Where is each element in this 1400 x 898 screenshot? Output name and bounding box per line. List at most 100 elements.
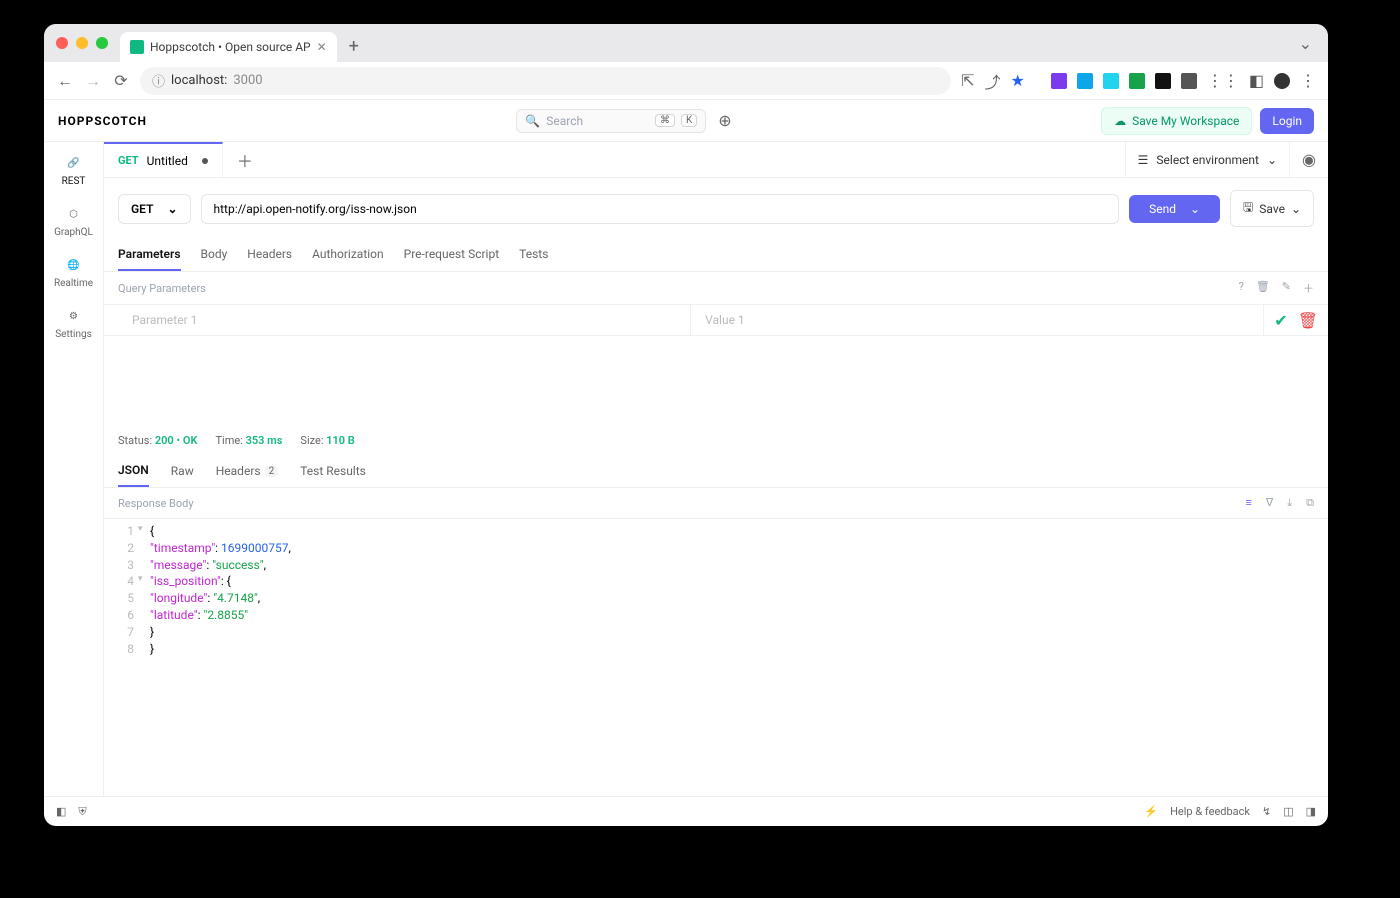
open-external-icon[interactable]: ⇱: [961, 71, 974, 90]
browser-menu-icon[interactable]: ⋮: [1300, 71, 1316, 90]
request-tab-active[interactable]: GET Untitled: [104, 142, 223, 177]
browser-urlbar: ← → ⟳ ⓘ localhost:3000 ⇱ ⤴ ★ ⋮⋮ ◧ ⋮: [44, 62, 1328, 100]
extension-icon[interactable]: [1051, 73, 1067, 89]
param-toggle-icon[interactable]: ✔︎: [1274, 311, 1287, 330]
environment-peek-button[interactable]: ◉: [1289, 142, 1328, 177]
browser-action-icons: ⇱ ⤴ ★ ⋮⋮ ◧ ⋮: [961, 69, 1316, 93]
forward-button[interactable]: →: [84, 71, 102, 91]
param-value-input[interactable]: Value 1: [691, 305, 1264, 335]
sidebar-item-settings[interactable]: ⚙ Settings: [55, 307, 92, 340]
resptab-headers-label: Headers: [216, 464, 261, 478]
request-tab-title: Untitled: [147, 154, 188, 168]
sidebar-item-rest[interactable]: 🔗 REST: [62, 154, 86, 187]
shortcuts-icon[interactable]: ↯: [1262, 805, 1271, 818]
search-input[interactable]: 🔍 Search ⌘ K: [516, 109, 706, 133]
subtab-parameters[interactable]: Parameters: [118, 239, 181, 271]
extension-icon[interactable]: [1181, 73, 1197, 89]
close-tab-icon[interactable]: ✕: [317, 40, 327, 54]
chevron-down-icon: ⌄: [1190, 202, 1200, 216]
profile-avatar-icon[interactable]: [1274, 73, 1290, 89]
send-button[interactable]: Send ⌄: [1129, 195, 1220, 223]
resptab-json[interactable]: JSON: [118, 455, 149, 487]
sidebar-item-realtime[interactable]: 🌐 Realtime: [54, 256, 93, 289]
gear-icon: ⚙: [64, 307, 82, 325]
subtab-body[interactable]: Body: [201, 239, 228, 271]
sidebar-label: Realtime: [54, 278, 93, 289]
status-label: Status:: [118, 434, 152, 447]
response-json-viewer[interactable]: 1▾{2 "timestamp": 1699000757,3 "message"…: [104, 519, 1328, 661]
resptab-headers[interactable]: Headers 2: [216, 456, 278, 486]
back-button[interactable]: ←: [56, 71, 74, 91]
copy-icon[interactable]: ⧉: [1306, 496, 1314, 510]
share-icon[interactable]: ⤴: [985, 69, 1001, 93]
bulk-edit-icon[interactable]: ✎: [1282, 280, 1291, 296]
extension-icon[interactable]: [1103, 73, 1119, 89]
param-delete-icon[interactable]: 🗑: [1298, 311, 1318, 330]
sidebar-label: GraphQL: [54, 227, 93, 238]
extensions-menu-icon[interactable]: ⋮⋮: [1207, 71, 1239, 90]
subtab-tests[interactable]: Tests: [519, 239, 548, 271]
new-tab-button[interactable]: +: [349, 36, 359, 57]
tabs-dropdown-icon[interactable]: ⌄: [1299, 34, 1312, 53]
size-label: Size:: [300, 434, 323, 447]
size-value: 110 B: [326, 434, 355, 447]
chevron-down-icon: ⌄: [1291, 202, 1301, 216]
link-icon: 🔗: [65, 154, 83, 172]
bookmark-icon[interactable]: ★: [1011, 71, 1025, 90]
side-panel-icon[interactable]: ◧: [1249, 71, 1264, 90]
extension-icon[interactable]: [1155, 73, 1171, 89]
panel-right-icon[interactable]: ◨: [1306, 805, 1316, 818]
save-workspace-button[interactable]: ☁ Save My Workspace: [1101, 107, 1252, 135]
resptab-raw[interactable]: Raw: [171, 456, 194, 486]
panel-bottom-icon[interactable]: ◫: [1283, 805, 1293, 818]
time-label: Time:: [215, 434, 242, 447]
extension-icon[interactable]: [1129, 73, 1145, 89]
param-key-input[interactable]: Parameter 1: [104, 305, 691, 335]
panel-left-icon[interactable]: ◧: [56, 805, 66, 818]
resptab-headers-count: 2: [265, 466, 279, 477]
reload-button[interactable]: ⟳: [112, 71, 130, 90]
wrap-lines-icon[interactable]: ≡: [1245, 496, 1251, 510]
help-icon[interactable]: ?: [1239, 280, 1244, 296]
environment-selector[interactable]: ☰ Select environment ⌄: [1125, 142, 1289, 177]
response-body-header: Response Body ≡ ∇ ⤓ ⧉: [104, 488, 1328, 519]
login-button[interactable]: Login: [1260, 108, 1314, 134]
url-field[interactable]: ⓘ localhost:3000: [140, 67, 951, 95]
install-app-icon[interactable]: ⊕: [718, 111, 731, 130]
response-status-row: Status: 200 • OK Time: 353 ms Size: 110 …: [104, 426, 1328, 455]
request-url-input[interactable]: [201, 194, 1120, 224]
fullscreen-window-button[interactable]: [96, 37, 108, 49]
query-params-title: Query Parameters: [118, 282, 206, 295]
sidebar-label: REST: [62, 176, 86, 187]
method-value: GET: [131, 202, 153, 216]
app-footer: ◧ ⛨ ⚡ Help & feedback ↯ ◫ ◨: [44, 796, 1328, 826]
subtab-prerequest[interactable]: Pre-request Script: [404, 239, 499, 271]
site-info-icon[interactable]: ⓘ: [152, 71, 165, 90]
sidebar-item-graphql[interactable]: ⬡ GraphQL: [54, 205, 93, 238]
content-area: GET Untitled ＋ ☰ Select environment ⌄ ◉: [104, 142, 1328, 796]
resptab-testresults[interactable]: Test Results: [300, 456, 366, 486]
add-param-icon[interactable]: ＋: [1303, 280, 1314, 296]
shield-icon[interactable]: ⛨: [78, 805, 86, 819]
minimize-window-button[interactable]: [76, 37, 88, 49]
add-request-tab-button[interactable]: ＋: [223, 142, 267, 177]
subtab-authorization[interactable]: Authorization: [312, 239, 384, 271]
extension-icon[interactable]: [1077, 73, 1093, 89]
delete-all-icon[interactable]: 🗑: [1256, 280, 1270, 296]
query-params-header: Query Parameters ? 🗑 ✎ ＋: [104, 272, 1328, 305]
status-text: OK: [183, 434, 198, 447]
graphql-icon: ⬡: [65, 205, 83, 223]
save-request-button[interactable]: 🖫 Save ⌄: [1230, 190, 1314, 227]
close-window-button[interactable]: [56, 37, 68, 49]
traffic-lights: [56, 37, 108, 49]
download-icon[interactable]: ⤓: [1287, 496, 1292, 510]
sidebar-label: Settings: [55, 329, 92, 340]
subtab-headers[interactable]: Headers: [247, 239, 292, 271]
response-tabs: JSON Raw Headers 2 Test Results: [104, 455, 1328, 488]
filter-icon[interactable]: ∇: [1266, 496, 1273, 510]
browser-tab[interactable]: Hoppscotch • Open source AP ✕: [120, 32, 337, 62]
zap-icon: ⚡: [1144, 805, 1158, 818]
method-selector[interactable]: GET ⌄: [118, 194, 191, 224]
help-feedback-link[interactable]: Help & feedback: [1170, 805, 1250, 818]
layers-icon: ☰: [1138, 153, 1149, 167]
